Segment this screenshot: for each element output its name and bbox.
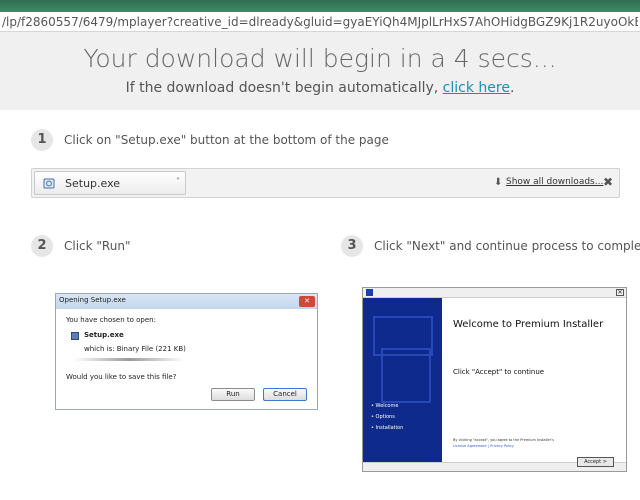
installer-logo-icon <box>366 289 373 296</box>
installer-close-icon: ✕ <box>616 289 624 296</box>
browser-top-strip <box>0 0 640 12</box>
download-bar-illustration: Setup.exe ˅ ⬇ Show all downloads... ✖ <box>31 168 620 198</box>
dialog-title-bar: Opening Setup.exe ✕ <box>56 294 317 309</box>
address-bar-url[interactable]: /lp/f2860557/6479/mplayer?creative_id=dl… <box>2 15 638 29</box>
installer-window-illustration: ✕ • Welcome • Options • Installation Wel… <box>362 287 627 472</box>
accept-button: Accept > <box>577 457 614 467</box>
dialog-title: Opening Setup.exe <box>59 296 126 304</box>
download-banner: Your download will begin in a 4 secs... … <box>0 32 640 110</box>
run-button: Run <box>211 388 255 401</box>
address-bar[interactable]: /lp/f2860557/6479/mplayer?creative_id=dl… <box>0 12 640 32</box>
installer-sidebar: • Welcome • Options • Installation <box>363 298 442 462</box>
open-file-dialog-illustration: Opening Setup.exe ✕ You have chosen to o… <box>55 293 318 410</box>
installer-nav-installation: • Installation <box>371 425 404 431</box>
step-1-number: 1 <box>31 129 53 151</box>
click-here-link[interactable]: click here <box>443 80 510 96</box>
file-icon <box>71 332 79 340</box>
cancel-button: Cancel <box>263 388 307 401</box>
download-item: Setup.exe ˅ <box>34 171 186 195</box>
sidebar-decoration <box>381 348 431 403</box>
close-icon: ✖ <box>603 175 614 189</box>
dialog-file-name: Setup.exe <box>84 331 124 339</box>
step-2-text: Click "Run" <box>64 239 131 253</box>
dialog-file-type: which is: Binary File (221 KB) <box>84 345 186 353</box>
download-file-name: Setup.exe <box>65 177 121 190</box>
download-subtext-suffix: . <box>509 80 515 96</box>
installer-fine-print: By clicking "accept", you agree to the P… <box>453 438 554 442</box>
installer-accept-text: Click "Accept" to continue <box>453 368 545 376</box>
installer-nav-welcome: • Welcome <box>371 403 399 409</box>
blur-smear <box>74 358 184 361</box>
download-arrow-icon: ⬇ <box>494 177 503 188</box>
step-2-number: 2 <box>31 235 53 257</box>
download-headline: Your download will begin in a 4 secs... <box>83 44 557 73</box>
installer-title-bar: ✕ <box>363 288 626 298</box>
dialog-question: Would you like to save this file? <box>66 373 177 381</box>
installer-welcome-heading: Welcome to Premium Installer <box>453 319 604 330</box>
dialog-chosen-text: You have chosen to open: <box>66 316 156 324</box>
show-all-downloads-link: Show all downloads... <box>506 177 604 187</box>
step-3-number: 3 <box>341 235 363 257</box>
step-3-text: Click "Next" and continue process to com… <box>374 239 640 253</box>
dialog-close-icon: ✕ <box>299 296 315 307</box>
download-subtext: If the download doesn't begin automatica… <box>0 80 640 96</box>
installer-legal-links: License Agreement | Privacy Policy <box>453 444 515 448</box>
installer-file-icon <box>43 178 55 189</box>
chevron-down-icon: ˅ <box>176 177 180 186</box>
step-1-text: Click on "Setup.exe" button at the botto… <box>64 133 389 147</box>
installer-nav-options: • Options <box>371 414 395 420</box>
download-subtext-prefix: If the download doesn't begin automatica… <box>125 80 439 96</box>
